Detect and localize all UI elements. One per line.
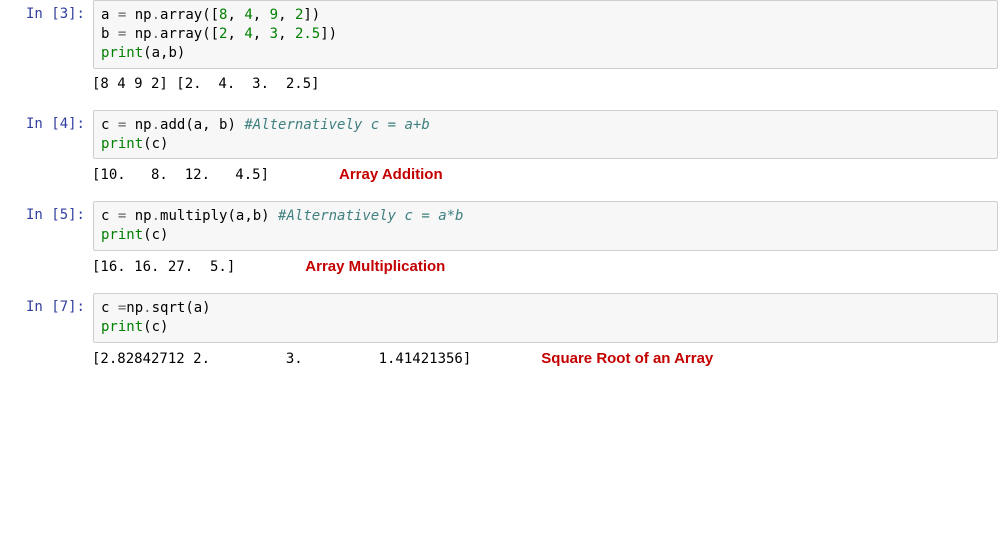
code-token: ([: [202, 26, 219, 42]
output-text: [2.82842712 2. 3. 1.41421356]: [92, 351, 471, 367]
code-token: .: [152, 208, 160, 224]
code-token: ,: [278, 7, 295, 23]
code-token: (c): [143, 136, 168, 152]
code-token: np: [126, 300, 143, 316]
output-cell: [2.82842712 2. 3. 1.41421356] Square Root…: [0, 347, 998, 367]
code-token: array: [160, 7, 202, 23]
code-token: #Alternatively c = a+b: [244, 117, 429, 133]
code-token: (c): [143, 227, 168, 243]
code-token: c: [101, 208, 118, 224]
code-token: ,: [253, 26, 270, 42]
code-input[interactable]: a = np.array([8, 4, 9, 2]) b = np.array(…: [93, 0, 998, 69]
code-token: ,: [278, 26, 295, 42]
output-cell: [16. 16. 27. 5.] Array Multiplication: [0, 255, 998, 275]
output-area: [16. 16. 27. 5.] Array Multiplication: [85, 255, 998, 275]
code-token: 4: [244, 26, 252, 42]
input-cell: In [3]:a = np.array([8, 4, 9, 2]) b = np…: [0, 0, 998, 69]
code-token: np: [126, 26, 151, 42]
code-token: array: [160, 26, 202, 42]
code-token: .: [152, 117, 160, 133]
code-token: ]): [320, 26, 337, 42]
code-token: (c): [143, 319, 168, 335]
output-cell: [8 4 9 2] [2. 4. 3. 2.5]: [0, 73, 998, 92]
code-token: #Alternatively c = a*b: [278, 208, 463, 224]
output-area: [10. 8. 12. 4.5] Array Addition: [85, 163, 998, 183]
code-token: ,: [227, 26, 244, 42]
code-token: ,: [253, 7, 270, 23]
code-token: (a, b): [185, 117, 244, 133]
code-token: multiply: [160, 208, 227, 224]
code-token: c: [101, 300, 118, 316]
code-token: (a,b): [227, 208, 278, 224]
code-token: print: [101, 45, 143, 61]
code-token: sqrt: [152, 300, 186, 316]
input-prompt: In [3]:: [0, 0, 93, 28]
code-token: ([: [202, 7, 219, 23]
code-token: .: [143, 300, 151, 316]
input-prompt: In [7]:: [0, 293, 93, 321]
code-token: print: [101, 227, 143, 243]
input-cell: In [7]:c =np.sqrt(a) print(c): [0, 293, 998, 343]
input-prompt: In [5]:: [0, 201, 93, 229]
output-cell: [10. 8. 12. 4.5] Array Addition: [0, 163, 998, 183]
output-text: [8 4 9 2] [2. 4. 3. 2.5]: [92, 76, 320, 92]
code-token: .: [152, 7, 160, 23]
code-token: np: [126, 208, 151, 224]
code-token: add: [160, 117, 185, 133]
input-cell: In [4]:c = np.add(a, b) #Alternatively c…: [0, 110, 998, 160]
code-token: c: [101, 117, 118, 133]
code-input[interactable]: c = np.multiply(a,b) #Alternatively c = …: [93, 201, 998, 251]
code-token: (a,b): [143, 45, 185, 61]
code-token: b: [101, 26, 118, 42]
annotation-label: Square Root of an Array: [541, 350, 713, 367]
code-token: np: [126, 7, 151, 23]
annotation-label: Array Addition: [339, 166, 443, 183]
code-token: np: [126, 117, 151, 133]
code-token: 4: [244, 7, 252, 23]
input-cell: In [5]:c = np.multiply(a,b) #Alternative…: [0, 201, 998, 251]
code-token: print: [101, 319, 143, 335]
code-token: print: [101, 136, 143, 152]
input-prompt: In [4]:: [0, 110, 93, 138]
output-area: [8 4 9 2] [2. 4. 3. 2.5]: [85, 73, 998, 92]
code-token: a: [101, 7, 118, 23]
annotation-label: Array Multiplication: [305, 258, 445, 275]
notebook: In [3]:a = np.array([8, 4, 9, 2]) b = np…: [0, 0, 998, 367]
output-text: [10. 8. 12. 4.5]: [92, 167, 269, 183]
output-area: [2.82842712 2. 3. 1.41421356] Square Root…: [85, 347, 998, 367]
code-token: 3: [270, 26, 278, 42]
code-input[interactable]: c = np.add(a, b) #Alternatively c = a+b …: [93, 110, 998, 160]
code-token: 9: [270, 7, 278, 23]
code-token: ]): [303, 7, 320, 23]
code-token: (a): [185, 300, 210, 316]
code-token: .: [152, 26, 160, 42]
output-text: [16. 16. 27. 5.]: [92, 259, 235, 275]
code-token: ,: [227, 7, 244, 23]
code-input[interactable]: c =np.sqrt(a) print(c): [93, 293, 998, 343]
code-token: 2.5: [295, 26, 320, 42]
